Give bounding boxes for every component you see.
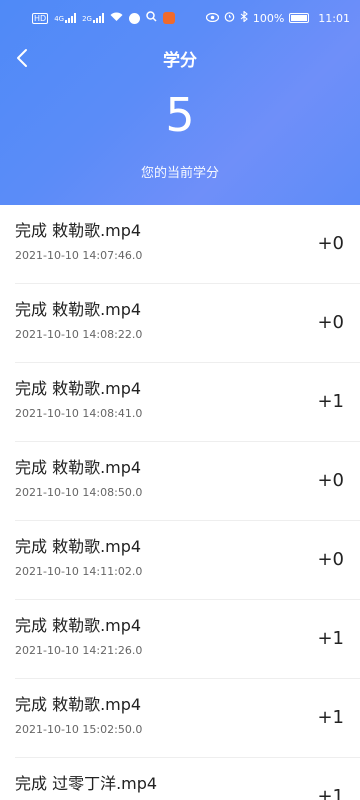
signal-icon-1: 4G	[54, 13, 77, 23]
record-time: 2021-10-10 14:08:22.0	[15, 328, 143, 341]
status-time: 11:01	[318, 11, 350, 25]
record-time: 2021-10-10 14:11:02.0	[15, 565, 143, 578]
hd-icon: HD	[32, 12, 49, 24]
page-title: 学分	[163, 51, 197, 71]
bluetooth-icon	[240, 10, 248, 25]
signal-label-2: 2G	[82, 15, 92, 23]
record-time: 2021-10-10 14:07:46.0	[15, 249, 143, 262]
battery-percent: 100%	[252, 11, 285, 25]
list-item[interactable]: 完成 敕勒歌.mp4 2021-10-10 14:07:46.0 +0	[15, 205, 360, 284]
record-title: 完成 敕勒歌.mp4	[15, 300, 142, 319]
record-title: 完成 敕勒歌.mp4	[15, 379, 142, 398]
list-item[interactable]: 完成 敕勒歌.mp4 2021-10-10 14:21:26.0 +1	[15, 600, 360, 679]
record-points: +0	[317, 233, 344, 254]
credit-record-list: 完成 敕勒歌.mp4 2021-10-10 14:07:46.0 +0 完成 敕…	[0, 205, 360, 800]
list-item[interactable]: 完成 过零丁洋.mp4 +1	[15, 758, 360, 800]
list-item[interactable]: 完成 敕勒歌.mp4 2021-10-10 14:08:22.0 +0	[15, 284, 360, 363]
signal-label-1: 4G	[54, 15, 65, 23]
wifi-icon	[110, 12, 123, 25]
record-time: 2021-10-10 14:08:50.0	[15, 486, 143, 499]
record-points: +0	[317, 549, 344, 570]
record-title: 完成 过零丁洋.mp4	[15, 774, 158, 793]
list-item[interactable]: 完成 敕勒歌.mp4 2021-10-10 15:02:50.0 +1	[15, 679, 360, 758]
list-item[interactable]: 完成 敕勒歌.mp4 2021-10-10 14:11:02.0 +0	[15, 521, 360, 600]
header: HD 4G 2G 100% 11:01 学分 5 您的当前学分	[0, 0, 360, 205]
record-title: 完成 敕勒歌.mp4	[15, 616, 142, 635]
current-score: 5	[165, 88, 195, 142]
eye-icon	[205, 12, 219, 25]
list-item[interactable]: 完成 敕勒歌.mp4 2021-10-10 14:08:50.0 +0	[15, 442, 360, 521]
record-title: 完成 敕勒歌.mp4	[15, 695, 142, 714]
record-points: +1	[317, 707, 344, 728]
status-right: 100% 11:01	[205, 10, 350, 25]
record-points: +1	[317, 786, 344, 800]
app-notification-icon	[162, 12, 175, 24]
list-item[interactable]: 完成 敕勒歌.mp4 2021-10-10 14:08:41.0 +1	[15, 363, 360, 442]
record-title: 完成 敕勒歌.mp4	[15, 458, 142, 477]
record-time: 2021-10-10 14:21:26.0	[15, 644, 143, 657]
record-time: 2021-10-10 14:08:41.0	[15, 407, 143, 420]
record-points: +0	[317, 470, 344, 491]
battery-icon	[289, 13, 310, 23]
record-points: +0	[317, 312, 344, 333]
alarm-icon	[224, 11, 235, 25]
current-score-label: 您的当前学分	[140, 166, 219, 181]
record-time: 2021-10-10 15:02:50.0	[15, 723, 143, 736]
record-title: 完成 敕勒歌.mp4	[15, 221, 142, 240]
status-bar: HD 4G 2G 100% 11:01	[0, 0, 360, 36]
signal-icon-2: 2G	[82, 13, 104, 23]
record-points: +1	[317, 391, 344, 412]
record-points: +1	[317, 628, 344, 649]
record-title: 完成 敕勒歌.mp4	[15, 537, 142, 556]
status-left: HD 4G 2G	[32, 11, 175, 25]
chat-notification-icon	[128, 12, 140, 24]
search-notification-icon	[146, 11, 157, 25]
